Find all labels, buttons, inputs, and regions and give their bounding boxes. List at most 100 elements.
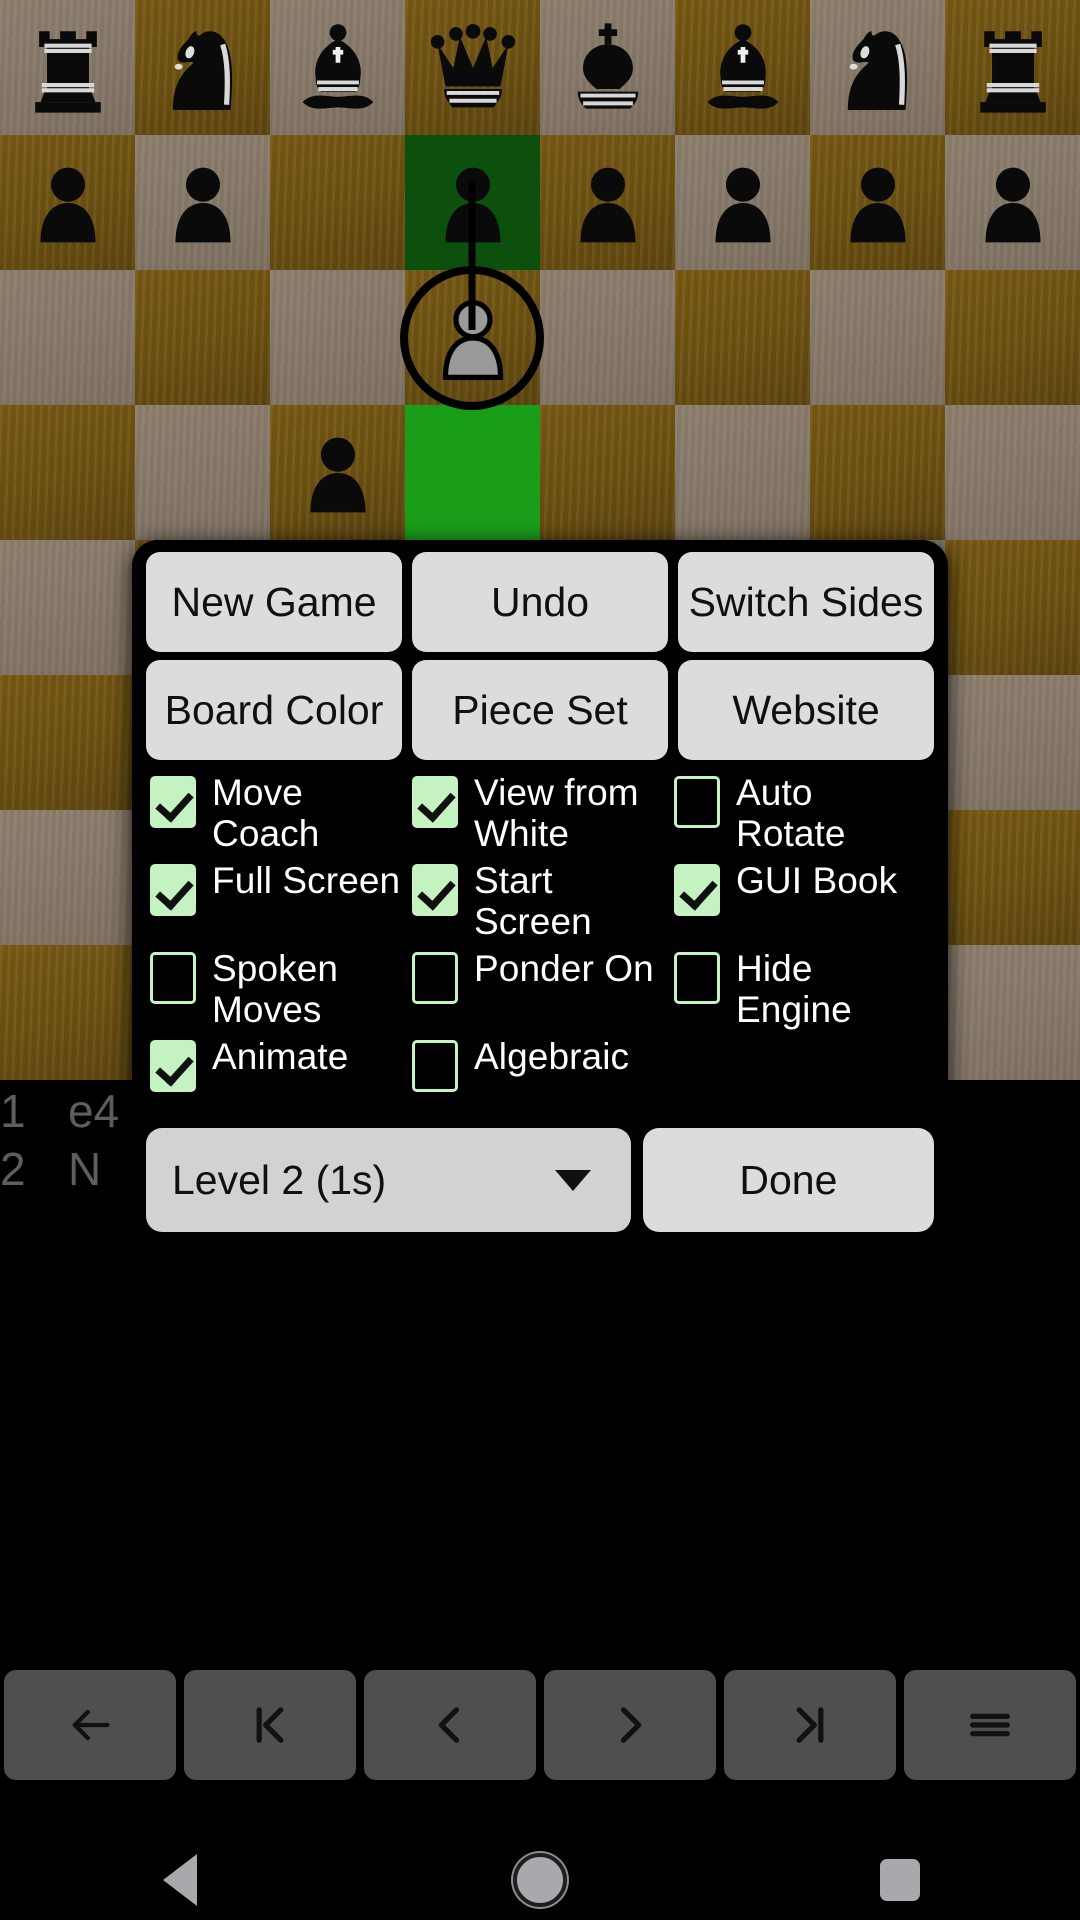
checkbox-label: Hide Engine [736,948,852,1030]
level-select-dropdown[interactable]: Level 2 (1s) [146,1128,631,1232]
checkbox-ponder-on[interactable]: Ponder On [412,946,668,1030]
switch-sides-button[interactable]: Switch Sides [678,552,934,652]
board-square-h2[interactable] [945,810,1080,945]
android-navigation-bar [0,1840,1080,1920]
checkbox-checked-icon[interactable] [150,864,196,916]
board-square-f7[interactable] [675,135,810,270]
board-square-b8[interactable] [135,0,270,135]
board-square-a2[interactable] [0,810,135,945]
board-square-c7[interactable] [270,135,405,270]
board-square-d5[interactable] [405,405,540,540]
checkbox-label: Spoken Moves [212,948,339,1030]
checkbox-label: Start Screen [474,860,592,942]
website-button[interactable]: Website [678,660,934,760]
menu-button[interactable] [904,1670,1076,1780]
board-square-a7[interactable] [0,135,135,270]
board-square-a1[interactable] [0,945,135,1080]
board-square-g5[interactable] [810,405,945,540]
checkbox-full-screen[interactable]: Full Screen [150,858,406,942]
board-square-a5[interactable] [0,405,135,540]
board-square-a4[interactable] [0,540,135,675]
board-square-g6[interactable] [810,270,945,405]
checkbox-checked-icon[interactable] [674,864,720,916]
checkbox-spoken-moves[interactable]: Spoken Moves [150,946,406,1030]
checkbox-algebraic[interactable]: Algebraic [412,1034,668,1118]
piece-black-p-icon [279,414,397,532]
board-square-d8[interactable] [405,0,540,135]
board-square-f6[interactable] [675,270,810,405]
last-move-button[interactable] [724,1670,896,1780]
board-square-a3[interactable] [0,675,135,810]
checkbox-label: GUI Book [736,860,898,901]
board-square-f5[interactable] [675,405,810,540]
board-square-b7[interactable] [135,135,270,270]
board-square-g8[interactable] [810,0,945,135]
board-square-c8[interactable] [270,0,405,135]
first-move-button[interactable] [184,1670,356,1780]
checkbox-label: Ponder On [474,948,654,989]
piece-black-p-icon [9,144,127,262]
undo-button[interactable]: Undo [412,552,668,652]
piece-set-button[interactable]: Piece Set [412,660,668,760]
move-text: e4 [68,1085,120,1137]
board-square-d7[interactable] [405,135,540,270]
checkbox-unchecked-icon[interactable] [412,952,458,1004]
back-button[interactable] [4,1670,176,1780]
board-color-button[interactable]: Board Color [146,660,402,760]
done-button[interactable]: Done [642,1128,934,1232]
board-square-h5[interactable] [945,405,1080,540]
board-square-h8[interactable] [945,0,1080,135]
piece-black-p-icon [549,144,667,262]
checkbox-unchecked-icon[interactable] [412,1040,458,1092]
skip-to-end-icon [784,1699,836,1751]
piece-black-b-icon [684,9,802,127]
android-back-button[interactable] [0,1854,360,1906]
android-recents-button[interactable] [720,1859,1080,1901]
checkbox-checked-icon[interactable] [412,776,458,828]
piece-black-n-icon [144,9,262,127]
move-number: 2 [0,1143,26,1195]
board-square-c6[interactable] [270,270,405,405]
checkbox-view-from-white[interactable]: View from White [412,770,668,854]
circle-home-icon [513,1853,567,1907]
checkbox-animate[interactable]: Animate [150,1034,406,1118]
checkbox-checked-icon[interactable] [412,864,458,916]
checkbox-checked-icon[interactable] [150,1040,196,1092]
piece-black-p-icon [819,144,937,262]
checkbox-unchecked-icon[interactable] [674,776,720,828]
board-square-h6[interactable] [945,270,1080,405]
board-square-c5[interactable] [270,405,405,540]
piece-black-p-icon [144,144,262,262]
board-square-e8[interactable] [540,0,675,135]
checkbox-checked-icon[interactable] [150,776,196,828]
previous-move-button[interactable] [364,1670,536,1780]
android-home-button[interactable] [360,1853,720,1907]
next-move-button[interactable] [544,1670,716,1780]
piece-black-b-icon [279,9,397,127]
piece-black-n-icon [819,9,937,127]
board-square-h4[interactable] [945,540,1080,675]
checkbox-unchecked-icon[interactable] [150,952,196,1004]
board-square-b6[interactable] [135,270,270,405]
board-square-a8[interactable] [0,0,135,135]
checkbox-gui-book[interactable]: GUI Book [674,858,930,942]
checkbox-start-screen[interactable]: Start Screen [412,858,668,942]
board-square-h3[interactable] [945,675,1080,810]
board-square-f8[interactable] [675,0,810,135]
new-game-button[interactable]: New Game [146,552,402,652]
board-square-h7[interactable] [945,135,1080,270]
checkbox-move-coach[interactable]: Move Coach [150,770,406,854]
checkbox-auto-rotate[interactable]: Auto Rotate [674,770,930,854]
board-square-e5[interactable] [540,405,675,540]
checkbox-unchecked-icon[interactable] [674,952,720,1004]
piece-black-q-icon [414,9,532,127]
board-square-d6[interactable] [405,270,540,405]
board-square-a6[interactable] [0,270,135,405]
board-square-h1[interactable] [945,945,1080,1080]
board-square-g7[interactable] [810,135,945,270]
level-select-value: Level 2 (1s) [172,1156,387,1203]
board-square-b5[interactable] [135,405,270,540]
checkbox-hide-engine[interactable]: Hide Engine [674,946,930,1030]
board-square-e7[interactable] [540,135,675,270]
board-square-e6[interactable] [540,270,675,405]
